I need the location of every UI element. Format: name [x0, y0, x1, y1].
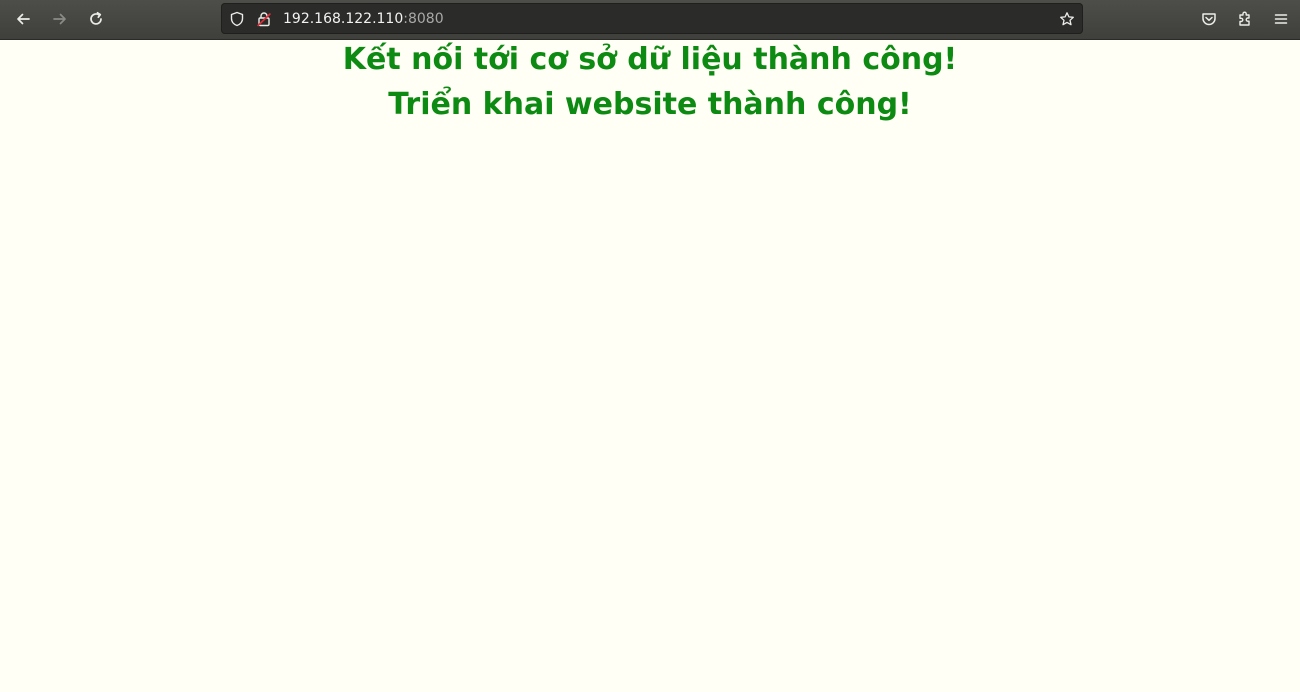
reload-icon: [90, 11, 102, 25]
extensions-button[interactable]: [1232, 6, 1258, 32]
db-connection-success-message: Kết nối tới cơ sở dữ liệu thành công!: [342, 42, 958, 77]
address-bar[interactable]: 192.168.122.110:8080: [221, 3, 1083, 34]
browser-toolbar: 192.168.122.110:8080: [0, 0, 1300, 40]
deploy-success-message: Triển khai website thành công!: [388, 87, 912, 122]
back-button[interactable]: [10, 6, 36, 32]
url-host: 192.168.122.110: [283, 11, 404, 27]
menu-button[interactable]: [1268, 6, 1294, 32]
reload-button[interactable]: [83, 6, 109, 32]
hamburger-menu-icon: [1274, 14, 1288, 24]
shield-icon[interactable]: [228, 10, 246, 28]
arrow-left-icon: [17, 13, 30, 25]
lock-insecure-icon[interactable]: [255, 10, 273, 28]
star-icon[interactable]: [1058, 10, 1076, 28]
arrow-right-icon: [53, 13, 66, 25]
page-content: Kết nối tới cơ sở dữ liệu thành công! Tr…: [0, 40, 1300, 692]
url-text[interactable]: 192.168.122.110:8080: [283, 10, 444, 28]
forward-button[interactable]: [47, 6, 73, 32]
puzzle-icon: [1239, 11, 1250, 26]
pocket-button[interactable]: [1196, 6, 1222, 32]
url-port: :8080: [403, 11, 444, 27]
pocket-icon: [1202, 13, 1216, 26]
